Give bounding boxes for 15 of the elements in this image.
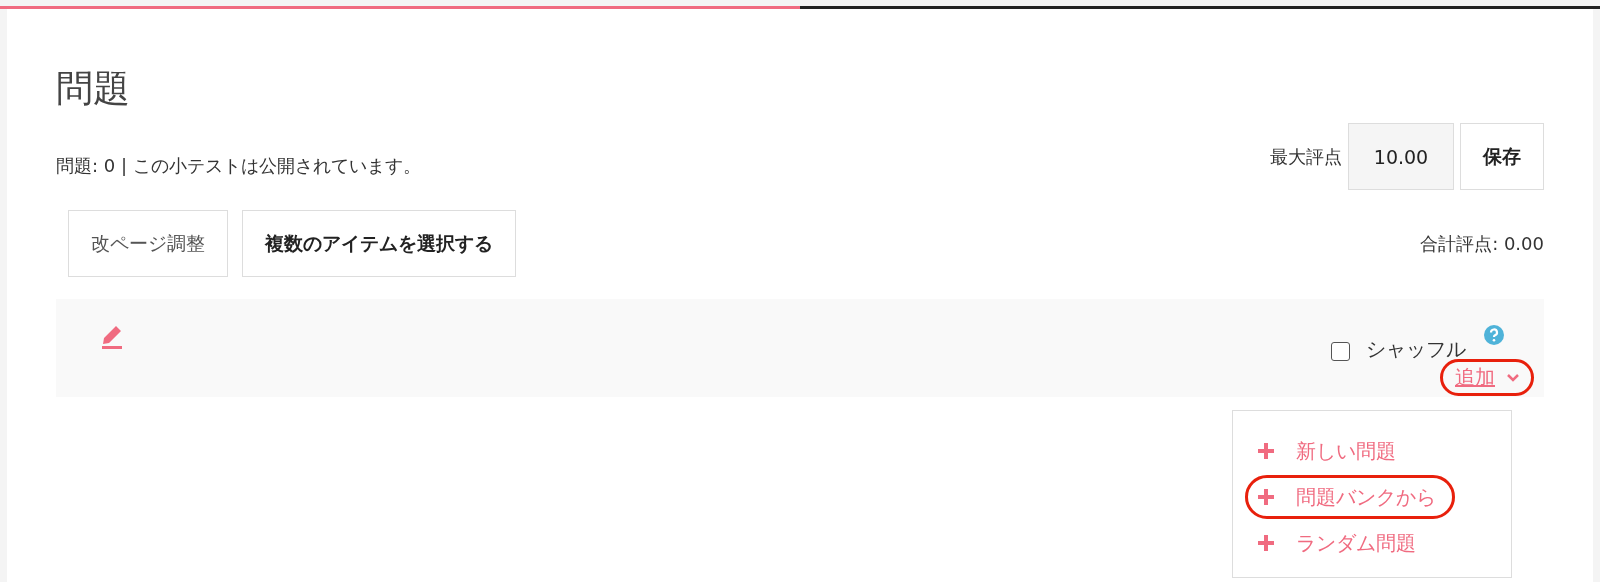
max-grade-label: 最大評点 bbox=[1270, 145, 1342, 169]
total-grade-text: 合計評点: 0.00 bbox=[1420, 231, 1544, 256]
quiz-status-text: 問題: 0 | この小テストは公開されています。 bbox=[56, 154, 421, 178]
action-button[interactable]: 改ページ調整 bbox=[68, 210, 228, 277]
shuffle-checkbox[interactable] bbox=[1331, 342, 1350, 361]
plus-icon bbox=[1258, 443, 1274, 459]
help-icon[interactable] bbox=[1484, 325, 1504, 345]
pencil-icon[interactable] bbox=[101, 325, 123, 349]
max-grade-field[interactable]: 10.00 bbox=[1348, 123, 1454, 190]
save-button[interactable]: 保存 bbox=[1460, 123, 1544, 190]
plus-icon bbox=[1258, 535, 1274, 551]
chevron-down-icon[interactable] bbox=[1507, 373, 1519, 382]
plus-icon bbox=[1258, 489, 1274, 505]
action-button[interactable]: 複数のアイテムを選択する bbox=[242, 210, 516, 277]
page-heading: 問題 bbox=[56, 66, 131, 112]
